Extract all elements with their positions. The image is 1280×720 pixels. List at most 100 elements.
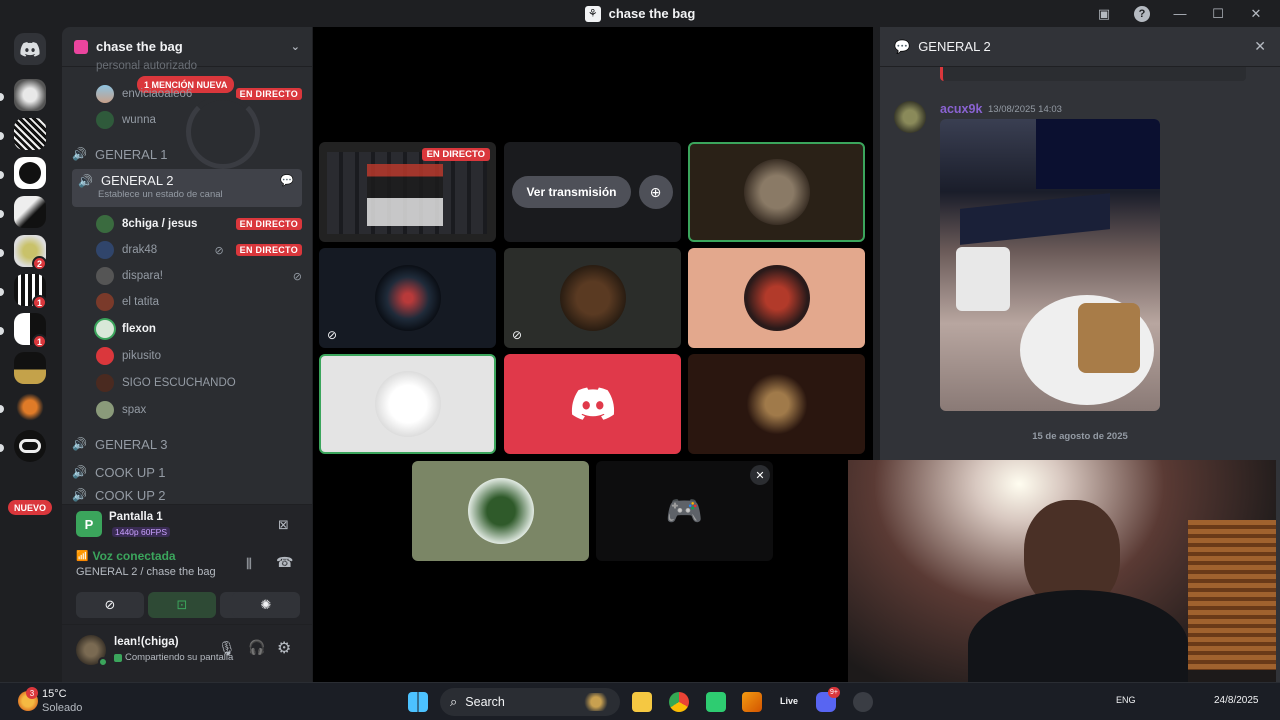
stream-tile-preview[interactable]: Ver transmisión ⊕: [504, 142, 681, 242]
new-servers-badge[interactable]: NUEVO: [8, 500, 52, 515]
window-controls: ▣ ? — ☐ ✕: [1094, 0, 1280, 27]
voice-user[interactable]: pikusito: [96, 345, 302, 367]
server-eightball[interactable]: [14, 157, 46, 189]
screen-share-button[interactable]: ⊡: [148, 592, 216, 618]
weather-temp[interactable]: 15°C: [42, 688, 67, 700]
voice-user[interactable]: 8chiga / jesus EN DIRECTO: [96, 213, 302, 235]
server-sketch[interactable]: [14, 118, 46, 150]
search-highlight-icon: [582, 693, 610, 711]
server-cing[interactable]: [14, 352, 46, 384]
voice-user[interactable]: enviciaoaleo6 EN DIRECTO: [96, 83, 302, 105]
add-stream-icon[interactable]: ⊕: [638, 175, 673, 209]
live-badge: EN DIRECTO: [235, 218, 302, 230]
voice-user[interactable]: spax: [96, 399, 302, 421]
participant-tile[interactable]: [688, 142, 865, 242]
voice-channel-general1[interactable]: 🔊 GENERAL 1: [72, 142, 302, 166]
channel-status[interactable]: Establece un estado de canal: [78, 189, 223, 200]
voice-user[interactable]: SIGO ESCUCHANDO: [96, 372, 302, 394]
stream-tile-screen[interactable]: EN DIRECTO: [319, 142, 496, 242]
voice-user[interactable]: dispara! ⊘: [96, 265, 302, 287]
notification-badge: 1: [32, 334, 47, 349]
message-author[interactable]: acux9k: [940, 102, 982, 116]
chat-bubble-icon: 💬: [894, 38, 911, 54]
taskbar-search[interactable]: ⌕ Search: [440, 688, 620, 716]
partial-channel-label: personal autorizado: [96, 60, 198, 72]
stop-stream-icon[interactable]: ⊠: [278, 517, 289, 533]
disconnect-icon[interactable]: ☎: [276, 554, 293, 571]
server-headphones[interactable]: [14, 79, 46, 111]
participant-tile[interactable]: ⊘: [319, 248, 496, 348]
message-image[interactable]: [940, 119, 1160, 411]
camera-off-button[interactable]: ⊘: [76, 592, 144, 618]
voice-channel-general2[interactable]: 🔊 GENERAL 2 💬 Establece un estado de can…: [72, 169, 302, 207]
chat-bubble-icon[interactable]: 💬: [280, 174, 294, 187]
minimize-button[interactable]: —: [1170, 4, 1190, 24]
stream-app-icon: P: [76, 511, 102, 537]
voice-user[interactable]: el tatita: [96, 291, 302, 313]
participant-tile[interactable]: [319, 354, 496, 454]
close-tile-button[interactable]: ✕: [750, 465, 770, 485]
screen-share-icon: ⊡: [176, 597, 188, 612]
maximize-button[interactable]: ☐: [1208, 4, 1228, 24]
watch-stream-button[interactable]: Ver transmisión: [512, 176, 631, 208]
participant-tile[interactable]: [412, 461, 589, 561]
gamepad-icon: 🎮: [665, 494, 704, 528]
participant-tile[interactable]: [504, 354, 681, 454]
headphones-icon[interactable]: 🎧: [248, 639, 265, 656]
message-timestamp: 13/08/2025 14:03: [988, 104, 1062, 115]
close-button[interactable]: ✕: [1246, 4, 1266, 24]
voice-channel-general3[interactable]: 🔊 GENERAL 3: [72, 432, 302, 456]
date-divider: 15 de agosto de 2025: [1032, 431, 1128, 442]
server-rail: 2 1 1 NUEVO: [0, 27, 62, 682]
soundboard-icon: ✺: [260, 597, 272, 612]
close-chat-button[interactable]: ✕: [1254, 38, 1266, 55]
file-explorer-icon[interactable]: [632, 692, 652, 712]
soundboard-button[interactable]: ✺: [232, 592, 300, 618]
voice-user-speaking[interactable]: flexon: [96, 318, 302, 340]
participant-tile[interactable]: ⊘: [504, 248, 681, 348]
inbox-icon[interactable]: ▣: [1094, 4, 1114, 24]
media-player-icon[interactable]: [853, 692, 873, 712]
unread-indicator: [0, 93, 4, 101]
unread-indicator: [0, 327, 4, 335]
signal-icon: 📶: [76, 550, 89, 562]
avatar: [96, 293, 114, 311]
channel-name: COOK UP 1: [94, 464, 166, 480]
voice-status[interactable]: 📶 Voz conectada: [76, 549, 176, 563]
activity-tile[interactable]: 🎮: [596, 461, 773, 561]
eightball-icon: [19, 162, 41, 184]
voice-channel-cookup2[interactable]: 🔊 COOK UP 2: [72, 488, 302, 502]
noise-suppression-icon[interactable]: ⫼: [246, 556, 252, 572]
voice-user[interactable]: drak48 ⊘ EN DIRECTO: [96, 239, 302, 261]
server-fox[interactable]: [14, 391, 46, 423]
partial-channel[interactable]: personal autorizado: [96, 55, 302, 77]
notification-badge: 1: [32, 295, 47, 310]
discord-home-button[interactable]: [14, 33, 46, 65]
notification-badge: 2: [32, 256, 47, 271]
server-circle[interactable]: [14, 430, 46, 462]
avatar: [96, 347, 114, 365]
live-app-icon[interactable]: Live: [780, 696, 798, 706]
search-icon: ⌕: [450, 694, 458, 709]
mic-muted-icon: ⊘: [327, 328, 338, 342]
app-green-icon[interactable]: [706, 692, 726, 712]
windows-start-icon[interactable]: [408, 692, 428, 712]
taskbar-date[interactable]: 24/8/2025: [1214, 695, 1259, 706]
fl-studio-icon[interactable]: [742, 692, 762, 712]
video-stage: EN DIRECTO Ver transmisión ⊕ ⊘ ⊘ 🎮 ✕: [313, 27, 873, 682]
chrome-icon[interactable]: [669, 692, 689, 712]
user-name[interactable]: lean!(chiga): [114, 636, 179, 648]
language-indicator[interactable]: ENG: [1116, 695, 1136, 705]
discord-badge: 9+: [828, 687, 840, 698]
stream-quality[interactable]: 1440p 60FPS: [112, 527, 170, 537]
server-bird[interactable]: [14, 196, 46, 228]
voice-location[interactable]: GENERAL 2 / chase the bag: [76, 566, 216, 578]
author-avatar[interactable]: [894, 101, 926, 133]
microphone-icon[interactable]: 🎙: [218, 640, 236, 657]
participant-tile[interactable]: [688, 248, 865, 348]
settings-gear-icon[interactable]: ⚙: [277, 638, 291, 658]
voice-channel-cookup1[interactable]: 🔊 COOK UP 1: [72, 460, 302, 484]
participant-tile[interactable]: [688, 354, 865, 454]
user-name: spax: [122, 404, 147, 416]
help-button[interactable]: ?: [1132, 4, 1152, 24]
